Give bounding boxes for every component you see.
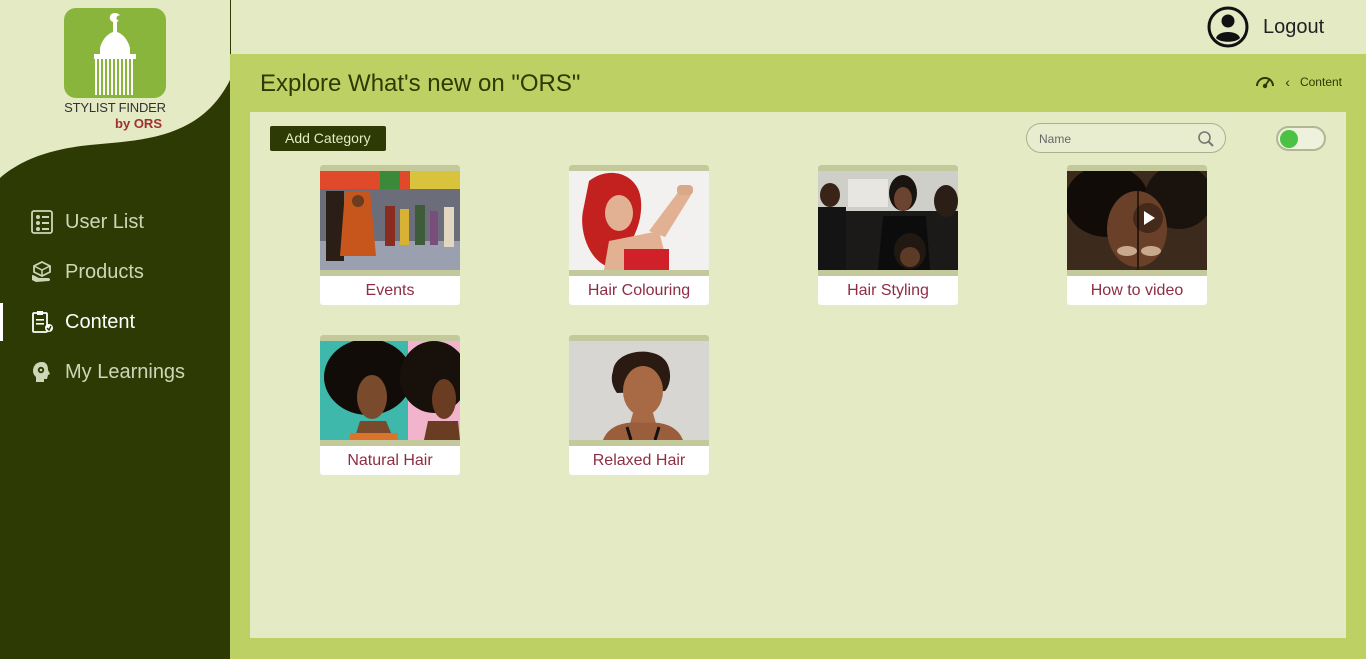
sidebar-item-my-learnings[interactable]: My Learnings [0, 347, 230, 397]
category-card-hair-styling[interactable]: Hair Styling [818, 165, 958, 305]
category-label: Natural Hair [347, 452, 433, 469]
toggle-knob [1280, 129, 1298, 148]
category-card-natural-hair[interactable]: Natural Hair [320, 335, 460, 475]
breadcrumb-current[interactable]: Content [1300, 75, 1342, 89]
logo-title: STYLIST FINDER [64, 100, 166, 115]
sidebar-item-content[interactable]: Content [0, 297, 230, 347]
sidebar: STYLIST FINDER by ORS User List Products… [0, 0, 230, 659]
category-thumbnail [320, 335, 460, 446]
sidebar-item-user-list[interactable]: User List [0, 197, 230, 247]
category-label: How to video [1090, 282, 1184, 299]
sidebar-item-label: User List [65, 210, 144, 233]
category-card-hair-colouring[interactable]: Hair Colouring [569, 165, 709, 305]
breadcrumb: ‹ Content [1255, 74, 1342, 90]
category-thumbnail [320, 165, 460, 276]
sidebar-item-label: My Learnings [65, 360, 186, 383]
search-input[interactable] [1039, 130, 1199, 148]
category-thumbnail [1067, 165, 1207, 276]
category-label: Events [365, 282, 415, 299]
events-image [320, 171, 460, 270]
dashboard-gauge-icon[interactable] [1255, 74, 1275, 90]
logo [64, 8, 166, 98]
sidebar-item-label: Products [65, 260, 144, 283]
user-list-icon [30, 210, 54, 234]
sidebar-nav: User List Products Content My Learnings [0, 197, 230, 397]
category-card-events[interactable]: Events [320, 165, 460, 305]
category-card-relaxed-hair[interactable]: Relaxed Hair [569, 335, 709, 475]
afro-comb-icon [94, 13, 136, 95]
category-thumbnail [569, 165, 709, 276]
logout-link[interactable]: Logout [1263, 16, 1324, 39]
hair-styling-image [818, 171, 958, 270]
sidebar-item-products[interactable]: Products [0, 247, 230, 297]
category-card-how-to-video[interactable]: How to video [1067, 165, 1207, 305]
chevron-left-icon: ‹ [1285, 74, 1290, 90]
page-title: Explore What's new on "ORS" [260, 70, 581, 97]
content-panel: Add Category Name Events Hair Colouring … [250, 112, 1346, 638]
category-thumbnail [818, 165, 958, 276]
relaxed-hair-image [569, 341, 709, 440]
hair-colouring-image [569, 171, 709, 270]
search-box [1026, 123, 1226, 153]
top-bar: Logout [230, 0, 1366, 54]
category-label: Relaxed Hair [592, 452, 686, 469]
play-icon[interactable] [1133, 203, 1163, 233]
logo-subtitle: by ORS [115, 116, 162, 131]
category-label: Hair Colouring [587, 282, 691, 299]
natural-hair-image [320, 341, 460, 440]
products-icon [30, 260, 54, 284]
content-icon [30, 310, 54, 334]
learnings-icon [30, 360, 54, 384]
visibility-toggle[interactable] [1276, 126, 1326, 151]
category-label: Hair Styling [847, 282, 929, 299]
search-icon[interactable] [1197, 130, 1215, 148]
user-avatar-icon[interactable] [1207, 6, 1249, 48]
category-thumbnail [569, 335, 709, 446]
add-category-button[interactable]: Add Category [270, 126, 386, 151]
sidebar-item-label: Content [65, 310, 136, 333]
